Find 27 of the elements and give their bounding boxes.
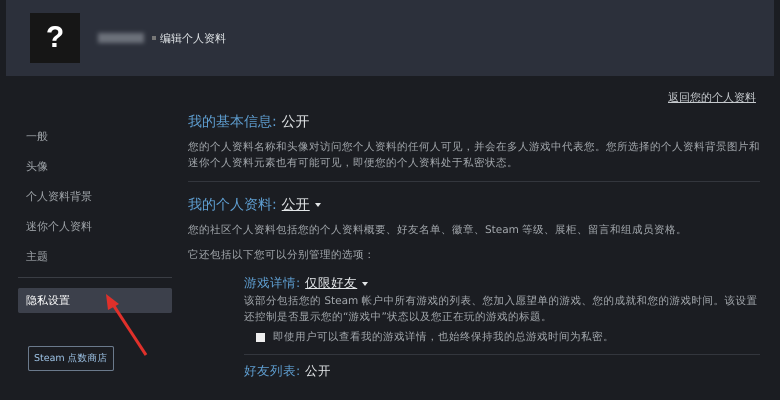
sidebar-item[interactable]: 隐私设置 [18, 288, 172, 313]
sidebar-item[interactable]: 一般 [18, 122, 172, 152]
setting-label: 好友列表: [244, 363, 300, 378]
setting-label: 我的基本信息: [188, 114, 277, 130]
checkbox-label: 即使用户可以查看我的游戏详情，也始终保持我的总游戏时间为私密。 [273, 330, 614, 344]
caret-icon [314, 203, 321, 208]
privacy-dropdown[interactable]: 公开 [282, 197, 310, 213]
description-text: 您的个人资料名称和头像对访问您个人资料的任何人可见，并会在多人游戏中代表您。您所选择的个人资料背景图片和迷你个人资料元素也有可能可见，即便您的个人资料处于私密状态。 [188, 140, 760, 171]
setting-value: 公开 [305, 363, 332, 378]
sidebar-item[interactable]: 个人资料背景 [18, 182, 172, 212]
sidebar-item[interactable]: 主题 [18, 242, 172, 272]
setting-label: 游戏详情: [244, 275, 300, 290]
page-title: 编辑个人资料 [160, 30, 226, 46]
description-text: 该部分包括您的 Steam 帐户中所有游戏的列表、您加入愿望单的游戏、您的成就和您的游戏时间。该设置还控制是否显示您的“游戏中”状态以及您正在玩的游戏的标题。 [244, 294, 759, 325]
blurred-username [98, 33, 144, 43]
sidebar-item[interactable]: 头像 [18, 152, 172, 182]
back-link[interactable]: 返回您的个人资料 [668, 90, 756, 105]
checkbox[interactable] [256, 332, 265, 342]
setting-value: 公开 [282, 114, 310, 130]
store-button[interactable]: Steam 点数商店 [28, 346, 114, 371]
avatar-glyph: ? [46, 21, 64, 55]
caret-icon [362, 282, 368, 286]
description-text: 它还包括以下您可以分别管理的选项： [188, 248, 376, 263]
description-text: 您的社区个人资料包括您的个人资料概要、好友名单、徽章、Steam 等级、展柜、留言和组成员资格。 [188, 223, 688, 238]
privacy-dropdown[interactable]: 仅限好友 [305, 275, 358, 290]
setting-label: 我的个人资料: [188, 197, 277, 213]
sidebar-item[interactable]: 迷你个人资料 [18, 212, 172, 242]
